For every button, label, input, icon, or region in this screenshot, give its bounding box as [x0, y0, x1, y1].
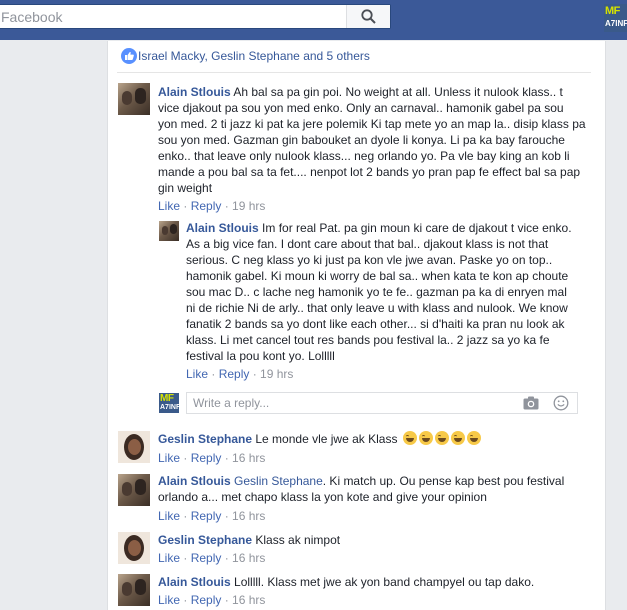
logo-top-text: MF	[160, 393, 174, 404]
profile-logo[interactable]: MF A7INF	[604, 4, 627, 32]
comment-author[interactable]: Alain Stlouis	[186, 221, 259, 235]
comment-body: Geslin Stephane Klass ak nimpot	[158, 532, 586, 548]
top-bar: MF A7INF	[0, 0, 627, 40]
comment-actions: Like · Reply · 19 hrs	[158, 199, 266, 213]
comment-actions: Like · Reply · 16 hrs	[158, 551, 266, 565]
comment-body: Alain Stlouis Geslin Stephane. Ki match …	[158, 473, 586, 505]
avatar[interactable]	[118, 574, 150, 606]
like-link[interactable]: Like	[186, 367, 208, 381]
reply-body: Alain Stlouis Im for real Pat. pa gin mo…	[186, 220, 578, 364]
laughing-emoji-icon	[434, 431, 449, 445]
emoji-group	[401, 431, 481, 446]
comment-actions: Like · Reply · 16 hrs	[158, 593, 266, 607]
current-user-avatar: MF A7INF	[159, 393, 179, 413]
comment-author[interactable]: Alain Stlouis	[158, 474, 231, 488]
logo-bottom-text: A7INF	[605, 19, 627, 28]
comment-time[interactable]: 16 hrs	[232, 509, 265, 523]
laughing-emoji-icon	[466, 431, 481, 445]
comment-time[interactable]: 19 hrs	[232, 199, 265, 213]
comment-body: Alain Stlouis Lolllll. Klass met jwe ak …	[158, 574, 586, 590]
logo-bottom-text: A7INF	[160, 404, 179, 411]
reply-link[interactable]: Reply	[191, 199, 222, 213]
comment-actions: Like · Reply · 19 hrs	[186, 367, 294, 381]
like-thumb-icon	[121, 48, 137, 64]
reply-link[interactable]: Reply	[191, 551, 222, 565]
comment-actions: Like · Reply · 16 hrs	[158, 509, 266, 523]
like-link[interactable]: Like	[158, 199, 180, 213]
likes-names-link[interactable]: Israel Macky, Geslin Stephane and 5 othe…	[138, 49, 370, 63]
reply-link[interactable]: Reply	[191, 509, 222, 523]
comment-time[interactable]: 16 hrs	[232, 593, 265, 607]
logo-top-text: MF	[605, 5, 620, 17]
comment-time[interactable]: 16 hrs	[232, 451, 265, 465]
comment-author[interactable]: Alain Stlouis	[158, 85, 231, 99]
comment-body: Geslin Stephane Le monde vle jwe ak Klas…	[158, 431, 586, 447]
avatar[interactable]	[118, 83, 150, 115]
search-button[interactable]	[346, 5, 390, 28]
laughing-emoji-icon	[418, 431, 433, 445]
search-input[interactable]	[0, 5, 346, 28]
camera-icon[interactable]	[523, 396, 539, 410]
avatar[interactable]	[159, 221, 179, 241]
avatar[interactable]	[118, 431, 150, 463]
like-link[interactable]: Like	[158, 593, 180, 607]
like-link[interactable]: Like	[158, 551, 180, 565]
comment-time[interactable]: 19 hrs	[260, 367, 293, 381]
reply-input[interactable]	[187, 393, 513, 413]
search-icon	[361, 9, 376, 24]
comment-text: Lolllll. Klass met jwe ak yon band champ…	[234, 575, 535, 589]
likes-summary: Israel Macky, Geslin Stephane and 5 othe…	[121, 48, 591, 65]
mention-link[interactable]: Geslin Stephane	[234, 474, 323, 488]
reply-link[interactable]: Reply	[219, 367, 250, 381]
comment-text: Le monde vle jwe ak Klass	[255, 432, 398, 446]
comment-text: Klass ak nimpot	[255, 533, 341, 547]
reply-composer	[186, 392, 578, 414]
comment-text: Ah bal sa pa gin poi. No weight at all. …	[158, 85, 586, 195]
emoji-icon[interactable]	[553, 395, 569, 411]
laughing-emoji-icon	[402, 431, 417, 445]
laughing-emoji-icon	[450, 431, 465, 445]
comment-author[interactable]: Geslin Stephane	[158, 533, 252, 547]
avatar[interactable]	[118, 474, 150, 506]
like-link[interactable]: Like	[158, 509, 180, 523]
reply-link[interactable]: Reply	[191, 593, 222, 607]
search-box	[0, 4, 391, 29]
comment-actions: Like · Reply · 16 hrs	[158, 451, 266, 465]
comment-time[interactable]: 16 hrs	[232, 551, 265, 565]
avatar[interactable]	[118, 532, 150, 564]
like-link[interactable]: Like	[158, 451, 180, 465]
reply-link[interactable]: Reply	[191, 451, 222, 465]
comment-author[interactable]: Geslin Stephane	[158, 432, 252, 446]
comment-author[interactable]: Alain Stlouis	[158, 575, 231, 589]
comment-text: Im for real Pat. pa gin moun ki care de …	[186, 221, 572, 363]
divider	[117, 72, 591, 73]
comment-body: Alain Stlouis Ah bal sa pa gin poi. No w…	[158, 84, 586, 196]
